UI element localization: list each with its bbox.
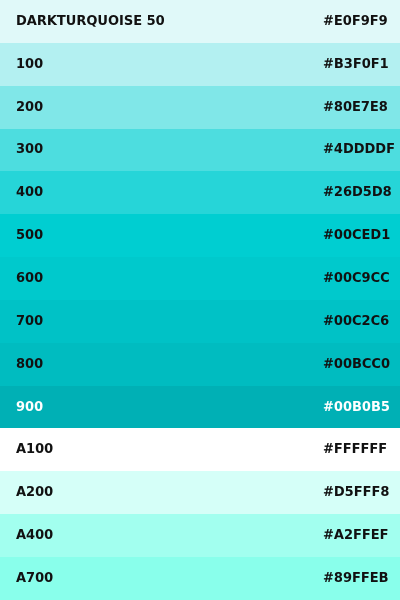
swatch-name: 400 — [16, 185, 44, 201]
swatch-name: DARKTURQUOISE 50 — [16, 13, 165, 29]
swatch-hex: #80E7E8 — [323, 99, 388, 115]
swatch-a700[interactable]: A700 #89FFEB — [0, 556, 400, 600]
swatch-name: 500 — [16, 228, 44, 244]
swatch-hex: #26D5D8 — [323, 185, 392, 201]
swatch-name: 200 — [16, 99, 44, 115]
swatch-600[interactable]: 600 #00C9CC — [0, 257, 400, 300]
swatch-700[interactable]: 700 #00C2C6 — [0, 299, 400, 343]
swatch-400[interactable]: 400 #26D5D8 — [0, 171, 400, 215]
swatch-900[interactable]: 900 #00B0B5 — [0, 385, 400, 429]
swatch-hex: #FFFFFF — [323, 442, 388, 458]
swatch-hex: #4DDDDF — [323, 142, 395, 158]
swatch-hex: #B3F0F1 — [323, 56, 389, 72]
swatch-100[interactable]: 100 #B3F0F1 — [0, 42, 400, 86]
swatch-name: 900 — [16, 399, 44, 415]
swatch-name: A200 — [16, 485, 54, 501]
swatch-hex: #D5FFF8 — [323, 485, 390, 501]
swatch-name: 100 — [16, 56, 44, 72]
swatch-name: 700 — [16, 313, 44, 329]
swatch-50[interactable]: DARKTURQUOISE 50 #E0F9F9 — [0, 0, 400, 43]
swatch-name: 300 — [16, 142, 44, 158]
swatch-300[interactable]: 300 #4DDDDF — [0, 128, 400, 172]
swatch-name: A700 — [16, 570, 54, 586]
swatch-a400[interactable]: A400 #A2FFEF — [0, 514, 400, 557]
swatch-name: A100 — [16, 442, 54, 458]
swatch-name: 600 — [16, 270, 44, 286]
swatch-hex: #89FFEB — [323, 570, 389, 586]
swatch-800[interactable]: 800 #00BCC0 — [0, 342, 400, 386]
swatch-a200[interactable]: A200 #D5FFF8 — [0, 471, 400, 515]
swatch-hex: #00B0B5 — [323, 399, 390, 415]
swatch-hex: #00CED1 — [323, 228, 391, 244]
swatch-hex: #A2FFEF — [323, 528, 389, 544]
swatch-200[interactable]: 200 #80E7E8 — [0, 85, 400, 129]
swatch-name: 800 — [16, 356, 44, 372]
swatch-hex: #00BCC0 — [323, 356, 391, 372]
swatch-hex: #00C9CC — [323, 270, 390, 286]
swatch-name: A400 — [16, 528, 54, 544]
swatch-hex: #E0F9F9 — [323, 13, 388, 29]
color-palette: DARKTURQUOISE 50 #E0F9F9 100 #B3F0F1 200… — [0, 0, 400, 600]
swatch-a100[interactable]: A100 #FFFFFF — [0, 428, 400, 472]
swatch-hex: #00C2C6 — [323, 313, 390, 329]
swatch-500[interactable]: 500 #00CED1 — [0, 214, 400, 258]
